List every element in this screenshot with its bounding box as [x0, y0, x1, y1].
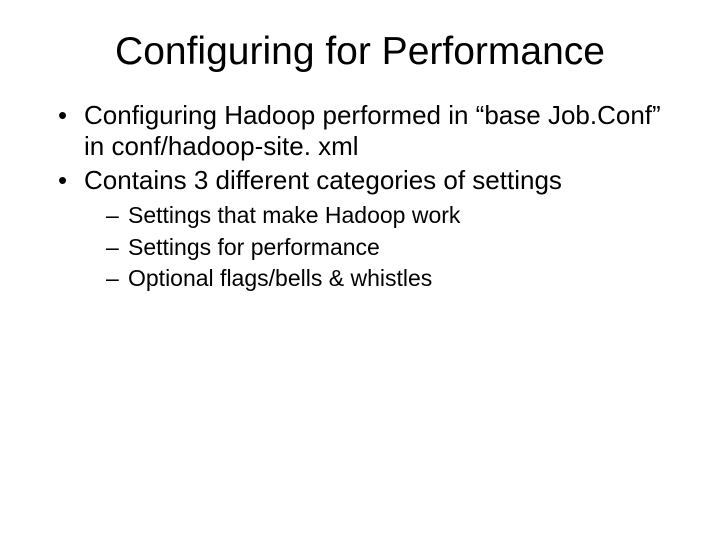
- bullet-text: Configuring Hadoop performed in “base Jo…: [84, 100, 661, 161]
- bullet-list: Configuring Hadoop performed in “base Jo…: [54, 100, 684, 293]
- slide: Configuring for Performance Configuring …: [0, 0, 720, 540]
- sub-bullet-text: Settings that make Hadoop work: [128, 202, 460, 228]
- bullet-item: Configuring Hadoop performed in “base Jo…: [54, 100, 684, 161]
- slide-title: Configuring for Performance: [36, 30, 684, 74]
- sub-bullet-list: Settings that make Hadoop work Settings …: [106, 202, 684, 293]
- bullet-text: Contains 3 different categories of setti…: [84, 165, 562, 195]
- sub-bullet-item: Optional flags/bells & whistles: [106, 265, 684, 293]
- sub-bullet-text: Settings for performance: [128, 234, 380, 260]
- sub-bullet-text: Optional flags/bells & whistles: [128, 265, 432, 291]
- sub-bullet-item: Settings for performance: [106, 234, 684, 262]
- bullet-item: Contains 3 different categories of setti…: [54, 165, 684, 292]
- sub-bullet-item: Settings that make Hadoop work: [106, 202, 684, 230]
